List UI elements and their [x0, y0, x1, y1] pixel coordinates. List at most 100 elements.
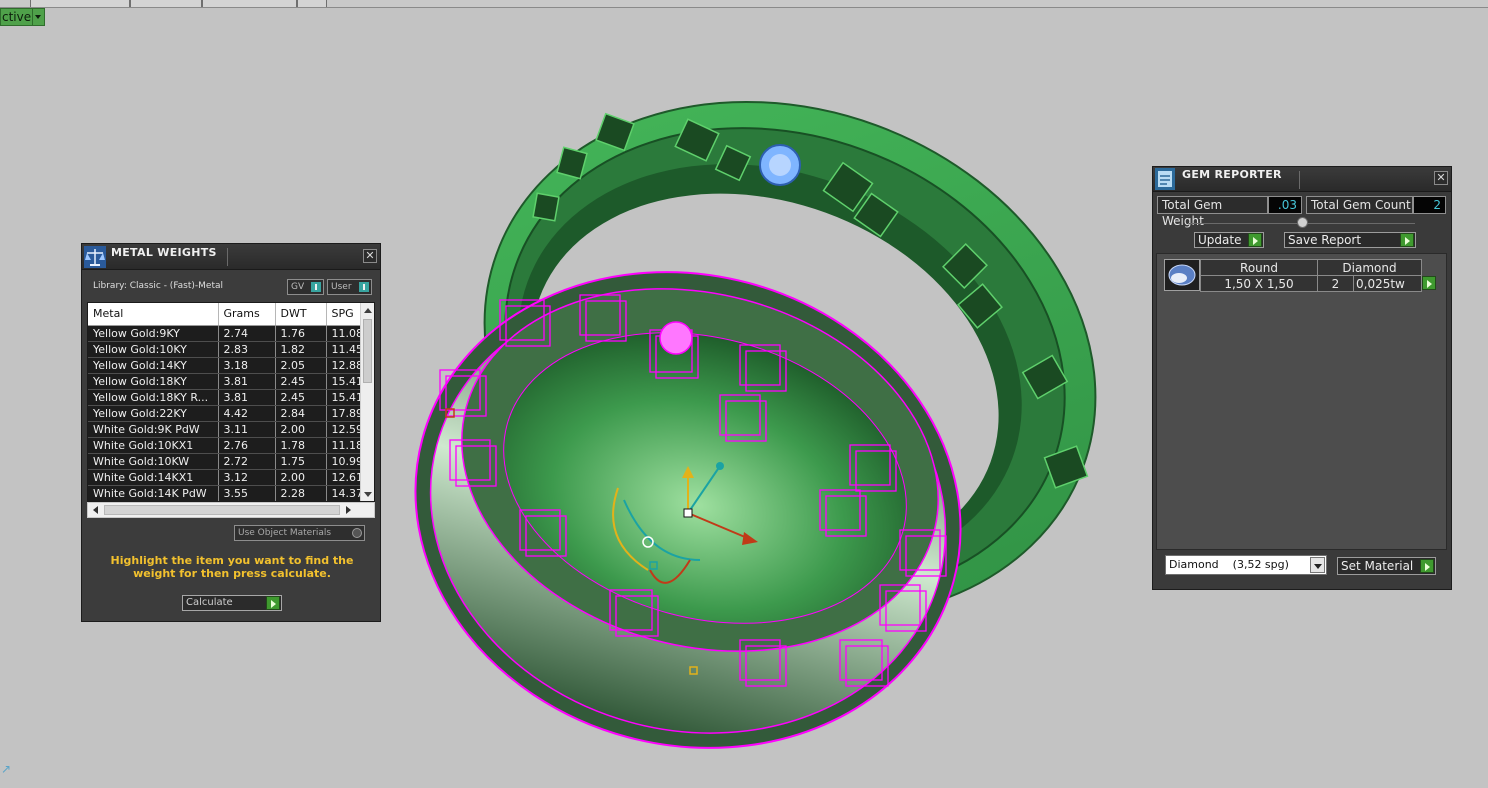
- table-cell: 2.45: [275, 373, 327, 390]
- table-cell: 11.08: [326, 325, 361, 342]
- table-row[interactable]: White Gold:10KW 2.72 1.75 10.99: [88, 453, 361, 470]
- table-cell: 11.18: [326, 437, 361, 454]
- vertical-scrollbar[interactable]: [360, 303, 374, 501]
- close-icon[interactable]: ✕: [363, 249, 377, 263]
- table-row[interactable]: White Gold:14KX1 3.12 2.00 12.61: [88, 469, 361, 486]
- table-cell: 12.61: [326, 469, 361, 486]
- play-arrow-icon: [266, 596, 280, 610]
- table-header-row: Metal Grams DWT SPG: [88, 303, 361, 326]
- gem-shape-header: Round: [1200, 259, 1318, 276]
- table-cell: 3.18: [218, 357, 276, 374]
- column-header[interactable]: SPG: [326, 303, 361, 326]
- total-gem-weight-label: Total Gem Weight: [1157, 196, 1268, 228]
- gv-label: GV: [291, 282, 305, 292]
- save-report-label: Save Report: [1288, 233, 1362, 247]
- table-row[interactable]: Yellow Gold:9KY 2.74 1.76 11.08: [88, 325, 361, 342]
- info-icon: [359, 282, 369, 292]
- table-row[interactable]: White Gold:14K PdW 3.55 2.28 14.37: [88, 485, 361, 501]
- table-cell: 12.88: [326, 357, 361, 374]
- gem-row-arrow-icon[interactable]: [1422, 276, 1436, 290]
- table-cell: White Gold:10KW: [88, 453, 219, 470]
- calculate-button[interactable]: Calculate: [182, 595, 282, 611]
- column-header[interactable]: Metal: [88, 303, 219, 326]
- scroll-down-icon[interactable]: [364, 492, 372, 497]
- gem-row[interactable]: Round Diamond 1,50 X 1,50 2 0,025tw: [1200, 259, 1422, 292]
- chevron-down-icon[interactable]: [1310, 557, 1325, 573]
- instruction-text: Highlight the item you want to find the …: [110, 554, 354, 580]
- table-cell: 1.82: [275, 341, 327, 358]
- table-cell: 15.41: [326, 373, 361, 390]
- table-cell: 3.55: [218, 485, 276, 501]
- table-row[interactable]: Yellow Gold:22KY 4.42 2.84 17.89: [88, 405, 361, 422]
- user-toggle[interactable]: User: [327, 279, 372, 295]
- gv-toggle[interactable]: GV: [287, 279, 324, 295]
- library-label: Library: Classic - (Fast)-Metal: [93, 281, 224, 291]
- gem-reporter-panel: GEM REPORTER ✕ Total Gem Weight .03 Tota…: [1152, 166, 1452, 590]
- metal-table[interactable]: Metal Grams DWT SPG Yellow Gold:9KY 2.74 1.76…: [87, 302, 375, 502]
- use-object-materials-label: Use Object Materials: [238, 528, 332, 538]
- table-cell: 4.42: [218, 405, 276, 422]
- table-cell: 3.81: [218, 389, 276, 406]
- table-cell: 14.37: [326, 485, 361, 501]
- table-row[interactable]: Yellow Gold:18KY 3.81 2.45 15.41: [88, 373, 361, 390]
- table-cell: 2.45: [275, 389, 327, 406]
- gem-list[interactable]: Round Diamond 1,50 X 1,50 2 0,025tw: [1156, 253, 1447, 550]
- table-cell: 3.11: [218, 421, 276, 438]
- table-cell: 3.12: [218, 469, 276, 486]
- column-header[interactable]: Grams: [218, 303, 276, 326]
- table-cell: Yellow Gold:9KY: [88, 325, 219, 342]
- scroll-right-icon[interactable]: [346, 506, 351, 514]
- report-icon: [1155, 168, 1175, 190]
- table-row[interactable]: White Gold:9K PdW 3.11 2.00 12.59: [88, 421, 361, 438]
- table-row[interactable]: Yellow Gold:14KY 3.18 2.05 12.88: [88, 357, 361, 374]
- material-select[interactable]: Diamond (3,52 spg): [1165, 555, 1327, 575]
- column-header[interactable]: DWT: [275, 303, 327, 326]
- table-cell: 2.83: [218, 341, 276, 358]
- scroll-thumb[interactable]: [363, 319, 372, 383]
- play-arrow-icon: [1400, 233, 1414, 247]
- scroll-left-icon[interactable]: [93, 506, 98, 514]
- user-label: User: [331, 282, 352, 292]
- use-object-materials-toggle[interactable]: Use Object Materials: [234, 525, 365, 541]
- table-cell: White Gold:10KX1: [88, 437, 219, 454]
- table-cell: Yellow Gold:14KY: [88, 357, 219, 374]
- total-gem-count-label: Total Gem Count: [1306, 196, 1413, 214]
- metal-weights-panel: METAL WEIGHTS ✕ Library: Classic - (Fast…: [81, 243, 381, 622]
- close-icon[interactable]: ✕: [1434, 171, 1448, 185]
- scale-icon: [84, 246, 106, 268]
- metal-weights-titlebar[interactable]: METAL WEIGHTS ✕: [82, 244, 380, 270]
- horizontal-scrollbar[interactable]: [87, 502, 375, 518]
- table-cell: 2.72: [218, 453, 276, 470]
- save-report-button[interactable]: Save Report: [1284, 232, 1416, 248]
- table-cell: Yellow Gold:18KY: [88, 373, 219, 390]
- round-gem-icon: [1164, 259, 1200, 291]
- table-cell: 2.76: [218, 437, 276, 454]
- table-cell: Yellow Gold:22KY: [88, 405, 219, 422]
- gem-reporter-titlebar[interactable]: GEM REPORTER ✕: [1153, 167, 1451, 192]
- title-divider: [1299, 171, 1300, 189]
- table-cell: Yellow Gold:10KY: [88, 341, 219, 358]
- table-cell: 2.05: [275, 357, 327, 374]
- play-arrow-icon: [1420, 559, 1434, 573]
- table-cell: White Gold:14KX1: [88, 469, 219, 486]
- scroll-thumb[interactable]: [104, 505, 340, 515]
- total-gem-weight-value: .03: [1268, 196, 1302, 214]
- table-row[interactable]: Yellow Gold:18KY R... 3.81 2.45 15.41: [88, 389, 361, 406]
- gem-reporter-title: GEM REPORTER: [1182, 168, 1282, 181]
- table-row[interactable]: Yellow Gold:10KY 2.83 1.82 11.45: [88, 341, 361, 358]
- axis-icon: ↗: [1, 762, 12, 776]
- panel-slider-knob[interactable]: [1297, 217, 1308, 228]
- table-cell: White Gold:9K PdW: [88, 421, 219, 438]
- scroll-up-icon[interactable]: [364, 308, 372, 313]
- table-row[interactable]: White Gold:10KX1 2.76 1.78 11.18: [88, 437, 361, 454]
- gem-material-header: Diamond: [1317, 259, 1422, 276]
- set-material-button[interactable]: Set Material: [1337, 557, 1436, 575]
- gem-size-cell: 1,50 X 1,50: [1200, 275, 1318, 292]
- gem-weight-cell: 0,025tw: [1353, 275, 1422, 292]
- table-cell: 11.45: [326, 341, 361, 358]
- table-cell: 10.99: [326, 453, 361, 470]
- play-arrow-icon: [1248, 233, 1262, 247]
- material-select-value: Diamond (3,52 spg): [1169, 558, 1289, 571]
- update-button[interactable]: Update: [1194, 232, 1264, 248]
- update-label: Update: [1198, 233, 1242, 247]
